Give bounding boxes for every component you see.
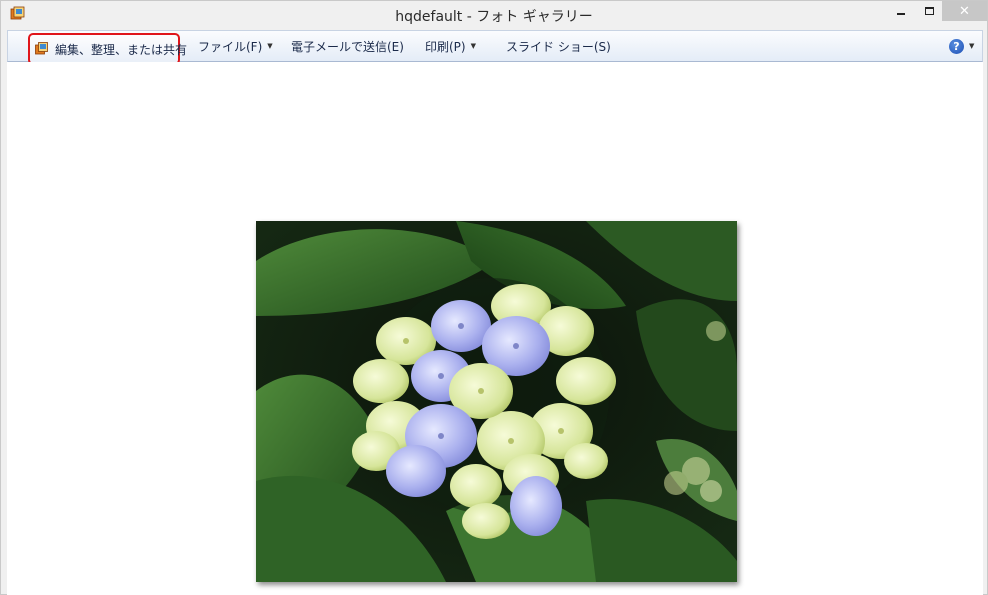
dropdown-arrow-icon: ▼ <box>969 42 975 50</box>
dropdown-arrow-icon: ▼ <box>267 42 273 50</box>
close-button[interactable]: ✕ <box>942 1 987 21</box>
minimize-icon <box>897 13 905 15</box>
email-button-label: 電子メールで送信(E) <box>291 39 404 54</box>
title-bar: hqdefault - フォト ギャラリー ✕ <box>1 1 987 29</box>
help-icon: ? <box>949 38 964 54</box>
minimize-button[interactable] <box>888 1 914 21</box>
maximize-icon <box>924 7 934 15</box>
edit-organize-share-button[interactable]: 編集、整理、または共有 <box>28 33 187 65</box>
help-menu[interactable]: ? ▼ <box>949 31 974 61</box>
email-button[interactable]: 電子メールで送信(E) <box>291 31 404 61</box>
photo-gallery-window: hqdefault - フォト ギャラリー ✕ 編集、整理、または共有 ファイル… <box>0 0 988 595</box>
slideshow-button-label: スライド ショー(S) <box>506 39 611 54</box>
close-icon: ✕ <box>959 3 970 19</box>
maximize-button[interactable] <box>916 1 942 21</box>
hydrangea-photo[interactable] <box>256 221 737 582</box>
hydrangea-photo-graphic <box>256 221 737 582</box>
file-menu[interactable]: ファイル(F) ▼ <box>198 31 273 61</box>
file-menu-label: ファイル(F) <box>198 39 263 54</box>
print-menu-label: 印刷(P) <box>425 39 466 54</box>
image-viewer <box>7 62 983 595</box>
photo-gallery-icon <box>35 42 48 55</box>
window-title: hqdefault - フォト ギャラリー <box>395 9 593 25</box>
dropdown-arrow-icon: ▼ <box>470 42 476 50</box>
edit-organize-share-label: 編集、整理、または共有 <box>55 42 188 57</box>
print-menu[interactable]: 印刷(P) ▼ <box>425 31 476 61</box>
slideshow-button[interactable]: スライド ショー(S) <box>506 31 611 61</box>
command-bar: 編集、整理、または共有 ファイル(F) ▼ 電子メールで送信(E) 印刷(P) … <box>7 30 983 65</box>
